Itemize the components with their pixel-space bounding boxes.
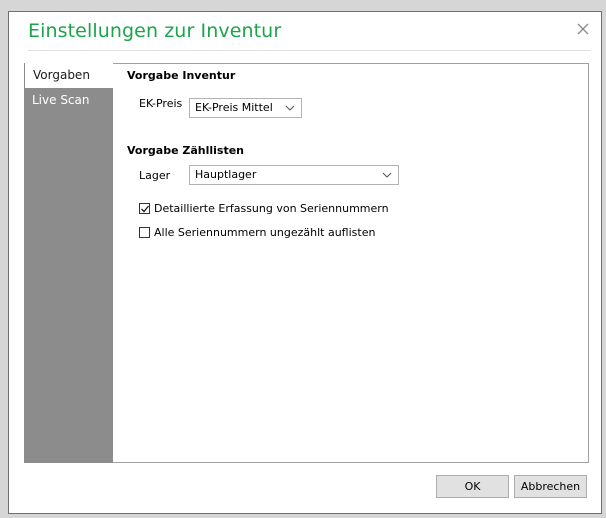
ok-button[interactable]: OK: [436, 475, 509, 498]
lager-label: Lager: [139, 169, 171, 182]
section-heading-inventur: Vorgabe Inventur: [127, 69, 236, 82]
detailed-serial-label: Detaillierte Erfassung von Seriennummern: [154, 202, 389, 215]
title-divider: [28, 50, 591, 51]
ek-preis-value: EK-Preis Mittel: [195, 101, 273, 114]
checkmark-icon: [141, 205, 150, 213]
settings-panel: Vorgabe Inventur EK-Preis EK-Preis Mitte…: [113, 63, 589, 463]
sidebar-item-vorgaben[interactable]: Vorgaben: [24, 63, 113, 88]
lager-value: Hauptlager: [195, 168, 257, 181]
cancel-button[interactable]: Abbrechen: [514, 475, 587, 498]
dialog-title: Einstellungen zur Inventur: [28, 20, 282, 42]
chevron-down-icon: [382, 172, 392, 178]
chevron-down-icon: [285, 105, 295, 111]
list-uncounted-checkbox-row[interactable]: Alle Seriennummern ungezählt auflisten: [139, 226, 375, 239]
close-icon[interactable]: [576, 22, 590, 36]
sidebar-item-live-scan[interactable]: Live Scan: [24, 88, 113, 113]
settings-dialog: Einstellungen zur Inventur Vorgaben Live…: [8, 11, 602, 514]
list-uncounted-checkbox[interactable]: [139, 227, 150, 238]
ek-preis-select[interactable]: EK-Preis Mittel: [189, 98, 302, 118]
sidebar-item-label: Vorgaben: [33, 68, 90, 82]
detailed-serial-checkbox[interactable]: [139, 203, 150, 214]
ek-preis-label: EK-Preis: [139, 97, 183, 110]
detailed-serial-checkbox-row[interactable]: Detaillierte Erfassung von Seriennummern: [139, 202, 389, 215]
lager-select[interactable]: Hauptlager: [189, 165, 399, 185]
list-uncounted-label: Alle Seriennummern ungezählt auflisten: [154, 226, 376, 239]
sidebar: Vorgaben Live Scan: [24, 63, 113, 463]
section-heading-zaehllisten: Vorgabe Zähllisten: [127, 144, 244, 157]
sidebar-item-label: Live Scan: [32, 93, 90, 107]
